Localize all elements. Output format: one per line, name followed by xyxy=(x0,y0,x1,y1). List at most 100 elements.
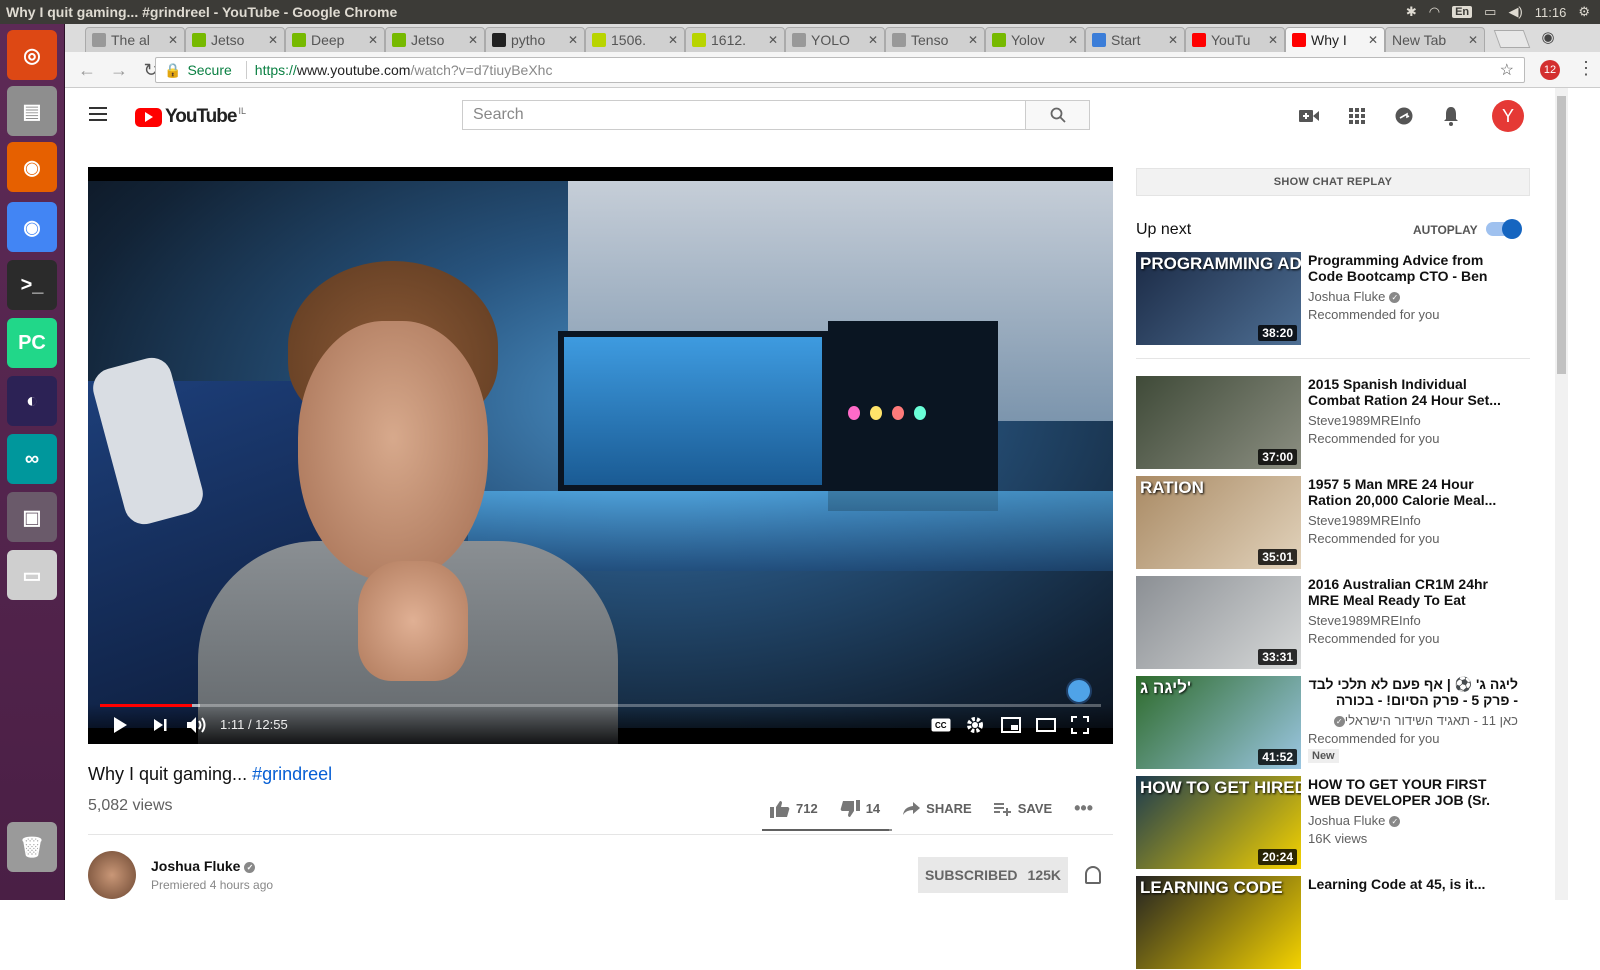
progress-bar[interactable] xyxy=(100,704,1101,707)
new-tab-button[interactable] xyxy=(1493,30,1531,48)
recommended-channel-name[interactable]: Steve1989MREInfo xyxy=(1308,513,1421,528)
channel-name[interactable]: Joshua Fluke ✓ xyxy=(151,858,256,874)
ubuntu-dash-icon[interactable]: ◎ xyxy=(7,30,57,80)
clock[interactable]: 11:16 xyxy=(1535,5,1567,20)
youtube-logo[interactable]: YouTube IL xyxy=(135,106,246,128)
close-tab-icon[interactable]: ✕ xyxy=(368,33,378,47)
recommended-channel-name[interactable]: Steve1989MREInfo xyxy=(1308,413,1421,428)
browser-tab[interactable]: YouTu ✕ xyxy=(1185,27,1285,52)
close-tab-icon[interactable]: ✕ xyxy=(668,33,678,47)
recommended-video[interactable]: LEARNING CODE Learning Code at 45, is it.… xyxy=(1136,876,1536,970)
close-tab-icon[interactable]: ✕ xyxy=(968,33,978,47)
browser-tab[interactable]: Jetso ✕ xyxy=(185,27,285,52)
recommended-video-title[interactable]: ליגה ג' ⚽ | אף פעם לא תלכי לבד - פרק 5 -… xyxy=(1308,676,1518,708)
dislike-button[interactable]: 14 xyxy=(840,799,880,818)
channel-watermark-icon[interactable] xyxy=(1066,678,1092,704)
page-scrollbar[interactable] xyxy=(1555,88,1568,900)
settings-gear-icon[interactable]: ⚙ xyxy=(1578,4,1590,20)
notification-bell-icon[interactable] xyxy=(1085,866,1101,884)
close-tab-icon[interactable]: ✕ xyxy=(1268,33,1278,47)
autoplay-toggle-knob[interactable] xyxy=(1502,219,1522,239)
address-bar[interactable]: 🔒 Secure https:// www.youtube.com /watch… xyxy=(155,57,1525,83)
notifications-bell-icon[interactable] xyxy=(1440,105,1462,127)
arduino-icon[interactable]: ∞ xyxy=(7,434,57,484)
video-thumbnail[interactable]: ליגה ג' 41:52 xyxy=(1136,676,1301,769)
browser-tab[interactable]: New Tab ✕ xyxy=(1385,27,1485,52)
close-tab-icon[interactable]: ✕ xyxy=(168,33,178,47)
more-actions-icon[interactable]: ••• xyxy=(1074,798,1093,819)
video-thumbnail[interactable]: LEARNING CODE xyxy=(1136,876,1301,969)
recommended-video-title[interactable]: HOW TO GET YOUR FIRST WEB DEVELOPER JOB … xyxy=(1308,776,1518,809)
messages-icon[interactable] xyxy=(1393,105,1415,127)
close-tab-icon[interactable]: ✕ xyxy=(1068,33,1078,47)
miniplayer-icon[interactable] xyxy=(1001,714,1021,736)
close-tab-icon[interactable]: ✕ xyxy=(468,33,478,47)
browser-tab[interactable]: pytho ✕ xyxy=(485,27,585,52)
show-chat-replay-button[interactable]: SHOW CHAT REPLAY xyxy=(1136,168,1530,196)
search-button[interactable] xyxy=(1026,100,1090,130)
settings-gear-icon[interactable] xyxy=(966,714,984,736)
theater-mode-icon[interactable] xyxy=(1036,714,1056,736)
keyboard-layout-indicator[interactable]: En xyxy=(1452,6,1473,18)
browser-tab[interactable]: YOLO ✕ xyxy=(785,27,885,52)
trash-icon[interactable]: 🗑 xyxy=(7,822,57,872)
recommended-video[interactable]: HOW TO GET HIRED 20:24 HOW TO GET YOUR FIR… xyxy=(1136,776,1536,870)
recommended-channel[interactable]: Steve1989MREInfo xyxy=(1308,613,1421,628)
video-hashtag-link[interactable]: #grindreel xyxy=(252,764,332,784)
recommended-video[interactable]: ליגה ג' 41:52 ליגה ג' ⚽ | אף פעם לא תלכי ל… xyxy=(1136,676,1536,770)
recommended-channel-name[interactable]: Joshua Fluke xyxy=(1308,813,1385,828)
video-thumbnail[interactable]: RATION 35:01 xyxy=(1136,476,1301,569)
bookmark-star-icon[interactable]: ☆ xyxy=(1500,60,1514,80)
back-arrow-icon[interactable]: ← xyxy=(73,60,101,81)
browser-tab[interactable]: Start ✕ xyxy=(1085,27,1185,52)
recommended-video[interactable]: 37:00 2015 Spanish Individual Combat Rati… xyxy=(1136,376,1536,470)
recommended-channel[interactable]: כאן 11 - תאגיד השידור הישראלי✓ xyxy=(1308,713,1518,728)
volume-icon[interactable]: ◀) xyxy=(1508,4,1522,20)
chrome-icon[interactable]: ◉ xyxy=(7,202,57,252)
scrollbar-thumb[interactable] xyxy=(1557,96,1566,374)
browser-tab[interactable]: The al ✕ xyxy=(85,27,185,52)
share-button[interactable]: SHARE xyxy=(902,801,972,816)
recommended-channel[interactable]: Steve1989MREInfo xyxy=(1308,513,1421,528)
recommended-video-title[interactable]: Programming Advice from Code Bootcamp CT… xyxy=(1308,252,1518,285)
close-tab-icon[interactable]: ✕ xyxy=(768,33,778,47)
subscribe-button[interactable]: SUBSCRIBED 125K xyxy=(918,857,1068,893)
video-thumbnail[interactable]: 37:00 xyxy=(1136,376,1301,469)
create-video-icon[interactable] xyxy=(1298,105,1320,127)
close-tab-icon[interactable]: ✕ xyxy=(268,33,278,47)
terminal-icon[interactable]: >_ xyxy=(7,260,57,310)
account-avatar[interactable]: Y xyxy=(1492,100,1524,132)
drive-icon[interactable]: ▭ xyxy=(7,550,57,600)
browser-tab[interactable]: Jetso ✕ xyxy=(385,27,485,52)
close-tab-icon[interactable]: ✕ xyxy=(1168,33,1178,47)
recommended-channel[interactable]: Steve1989MREInfo xyxy=(1308,413,1421,428)
recommended-channel[interactable]: Joshua Fluke ✓ xyxy=(1308,813,1401,828)
browser-tab[interactable]: Deep ✕ xyxy=(285,27,385,52)
browser-tab[interactable]: Why I ✕ xyxy=(1285,27,1385,52)
recommended-channel-name[interactable]: Steve1989MREInfo xyxy=(1308,613,1421,628)
search-input[interactable]: Search xyxy=(462,100,1026,130)
pycharm-icon[interactable]: PC xyxy=(7,318,57,368)
video-thumbnail[interactable]: PROGRAMMING ADVICE 38:20 xyxy=(1136,252,1301,345)
workspace-switcher-icon[interactable]: ▣ xyxy=(7,492,57,542)
captions-icon[interactable]: CC xyxy=(931,714,951,736)
recommended-channel[interactable]: Joshua Fluke ✓ xyxy=(1308,289,1401,304)
recommended-video-title[interactable]: 1957 5 Man MRE 24 Hour Ration 20,000 Cal… xyxy=(1308,476,1518,508)
video-thumbnail[interactable]: HOW TO GET HIRED 20:24 xyxy=(1136,776,1301,869)
next-video-icon[interactable] xyxy=(152,714,168,736)
files-icon[interactable]: ▤ xyxy=(7,86,57,136)
recommended-video[interactable]: RATION 35:01 1957 5 Man MRE 24 Hour Ration… xyxy=(1136,476,1536,570)
close-tab-icon[interactable]: ✕ xyxy=(1468,33,1478,47)
play-icon[interactable] xyxy=(112,714,128,736)
lock-icon[interactable]: 🔒 xyxy=(164,62,181,79)
save-button[interactable]: SAVE xyxy=(993,801,1052,816)
recommended-video-title[interactable]: 2016 Australian CR1M 24hr MRE Meal Ready… xyxy=(1308,576,1518,609)
browser-tab[interactable]: 1506. ✕ xyxy=(585,27,685,52)
forward-arrow-icon[interactable]: → xyxy=(105,60,133,81)
firefox-icon[interactable]: ◉ xyxy=(7,142,57,192)
close-tab-icon[interactable]: ✕ xyxy=(568,33,578,47)
bluetooth-icon[interactable]: ✱ xyxy=(1406,4,1417,20)
browser-tab[interactable]: Tenso ✕ xyxy=(885,27,985,52)
wifi-icon[interactable]: ◠ xyxy=(1429,4,1440,20)
fullscreen-icon[interactable] xyxy=(1071,714,1089,736)
